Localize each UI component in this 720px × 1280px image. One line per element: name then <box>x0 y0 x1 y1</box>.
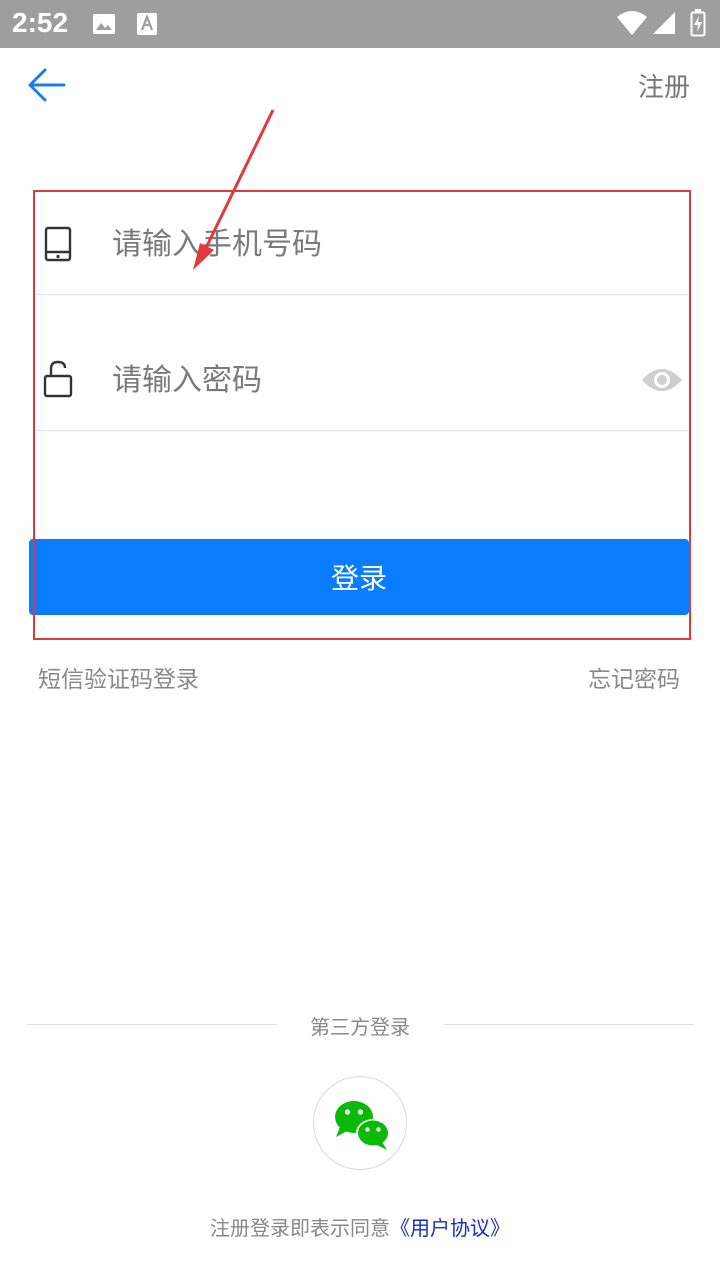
agreement-text: 注册登录即表示同意《用户协议》 <box>0 1212 720 1241</box>
font-notification-icon <box>137 13 157 35</box>
cellular-signal-icon <box>653 12 675 34</box>
register-button[interactable]: 注册 <box>638 67 690 104</box>
third-party-divider-right <box>444 1024 694 1025</box>
third-party-title: 第三方登录 <box>310 1015 410 1039</box>
wechat-icon <box>335 1101 390 1150</box>
image-notification-icon <box>93 14 115 34</box>
unlock-icon <box>43 360 73 398</box>
password-divider <box>36 430 688 431</box>
eye-icon[interactable] <box>640 364 684 396</box>
login-button[interactable]: 登录 <box>29 539 689 615</box>
phone-input[interactable] <box>112 222 632 266</box>
agreement-prefix: 注册登录即表示同意 <box>210 1216 390 1240</box>
back-arrow-icon[interactable] <box>26 64 68 106</box>
status-time: 2:52 <box>12 7 69 38</box>
status-bar: 2:52 <box>0 0 720 48</box>
phone-divider <box>36 294 688 295</box>
sms-login-link[interactable]: 短信验证码登录 <box>38 660 199 694</box>
user-agreement-link[interactable]: 《用户协议》 <box>390 1216 510 1240</box>
wifi-icon <box>617 11 647 35</box>
forgot-password-link[interactable]: 忘记密码 <box>588 660 680 694</box>
password-input[interactable] <box>112 358 612 402</box>
third-party-divider-left <box>27 1024 277 1025</box>
phone-icon <box>44 226 72 262</box>
battery-charging-icon <box>690 9 706 37</box>
wechat-login-button[interactable] <box>313 1076 407 1170</box>
